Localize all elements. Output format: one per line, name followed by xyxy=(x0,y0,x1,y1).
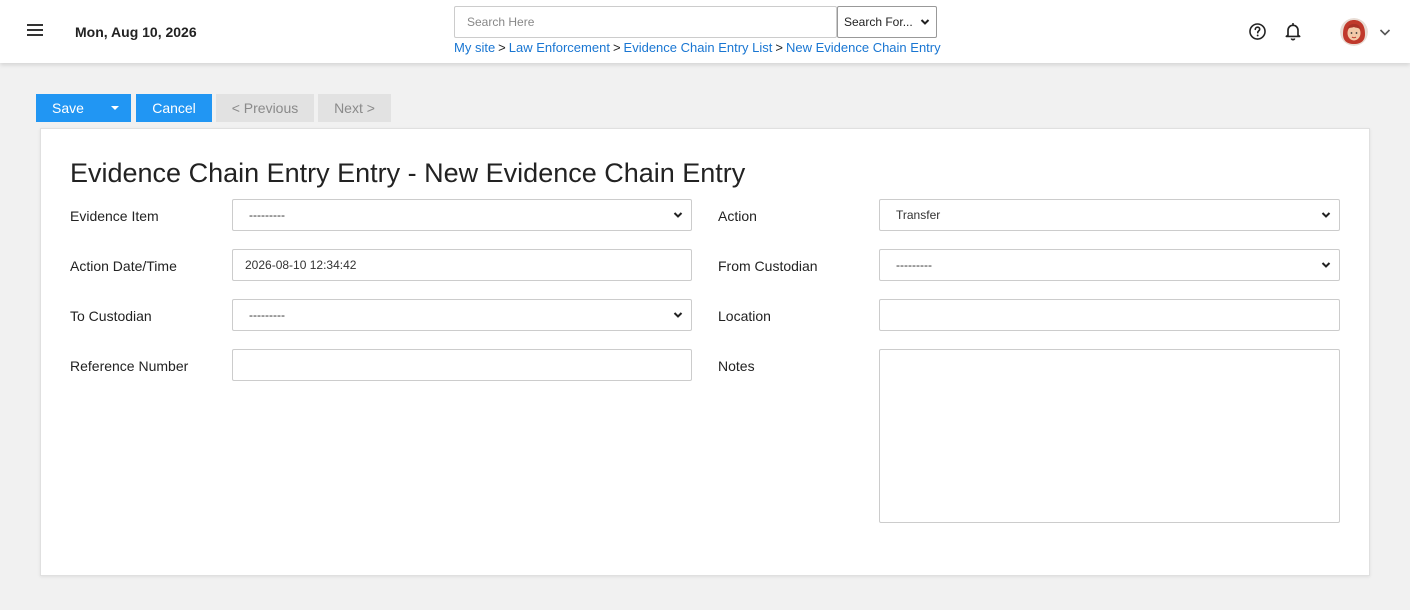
to-custodian-value: --------- xyxy=(249,308,285,322)
breadcrumb-law-enforcement[interactable]: Law Enforcement xyxy=(509,40,610,55)
avatar-image xyxy=(1340,18,1368,46)
action-datetime-label: Action Date/Time xyxy=(70,258,177,274)
evidence-item-select[interactable]: --------- xyxy=(232,199,692,231)
evidence-item-value: --------- xyxy=(249,208,285,222)
save-button[interactable]: Save xyxy=(36,94,98,122)
chevron-down-icon[interactable] xyxy=(1377,24,1393,40)
top-bar: Mon, Aug 10, 2026 Search For... My site>… xyxy=(0,0,1410,63)
page-title: Evidence Chain Entry Entry - New Evidenc… xyxy=(70,158,746,188)
user-avatar[interactable] xyxy=(1340,18,1368,46)
breadcrumb: My site > Law Enforcement > Evidence Chain E… xyxy=(454,40,941,55)
breadcrumb-my-site[interactable]: My site xyxy=(454,40,495,55)
action-select[interactable]: Transfer xyxy=(879,199,1340,231)
search-input[interactable] xyxy=(454,6,837,38)
breadcrumb-evidence-chain-entry-list[interactable]: Evidence Chain Entry List xyxy=(624,40,773,55)
chevron-down-icon xyxy=(673,312,683,318)
evidence-item-label: Evidence Item xyxy=(70,208,159,224)
notes-textarea[interactable] xyxy=(879,349,1340,523)
next-button[interactable]: Next > xyxy=(318,94,391,122)
breadcrumb-new-evidence-chain-entry[interactable]: New Evidence Chain Entry xyxy=(786,40,941,55)
chevron-down-icon xyxy=(673,212,683,218)
notifications-bell-icon[interactable] xyxy=(1283,21,1303,41)
chevron-down-icon xyxy=(920,19,930,25)
breadcrumb-separator: > xyxy=(498,40,506,55)
from-custodian-value: --------- xyxy=(896,258,932,272)
action-label: Action xyxy=(718,208,757,224)
to-custodian-select[interactable]: --------- xyxy=(232,299,692,331)
chevron-down-icon xyxy=(1321,212,1331,218)
notes-label: Notes xyxy=(718,358,755,374)
to-custodian-label: To Custodian xyxy=(70,308,152,324)
caret-down-icon xyxy=(110,106,119,110)
from-custodian-label: From Custodian xyxy=(718,258,818,274)
breadcrumb-separator: > xyxy=(612,40,621,55)
current-date: Mon, Aug 10, 2026 xyxy=(75,24,197,40)
reference-number-label: Reference Number xyxy=(70,358,189,374)
action-value: Transfer xyxy=(896,208,941,222)
action-datetime-input[interactable]: 2026-08-10 12:34:42 xyxy=(232,249,692,281)
action-datetime-value: 2026-08-10 12:34:42 xyxy=(245,258,357,272)
location-label: Location xyxy=(718,308,771,324)
previous-button[interactable]: < Previous xyxy=(216,94,314,122)
breadcrumb-separator: > xyxy=(775,40,783,55)
hamburger-menu-icon[interactable] xyxy=(26,22,46,40)
search-for-select[interactable]: Search For... xyxy=(837,6,937,38)
search-for-label: Search For... xyxy=(844,15,913,29)
cancel-button[interactable]: Cancel xyxy=(136,94,212,122)
save-options-dropdown-button[interactable] xyxy=(98,94,131,122)
from-custodian-select[interactable]: --------- xyxy=(879,249,1340,281)
help-icon[interactable] xyxy=(1248,22,1267,41)
location-input[interactable] xyxy=(879,299,1340,331)
reference-number-input[interactable] xyxy=(232,349,692,381)
chevron-down-icon xyxy=(1321,262,1331,268)
